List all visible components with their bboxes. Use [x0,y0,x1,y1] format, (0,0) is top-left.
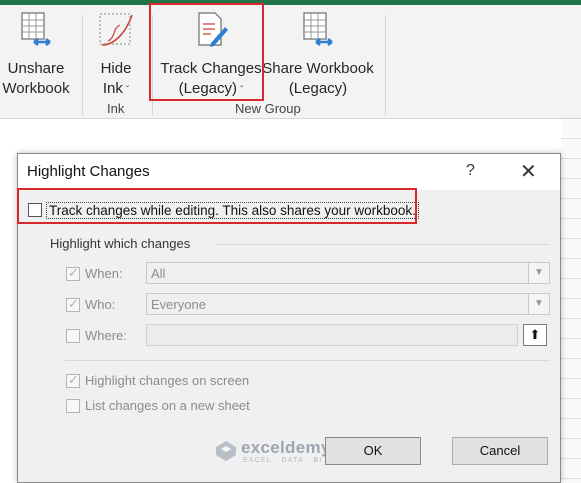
highlight-which-changes-title: Highlight which changes [50,236,191,251]
share-workbook-legacy-button[interactable]: Share Workbook (Legacy) [262,11,374,99]
where-label: Where: [85,328,127,343]
watermark-logo: exceldemy EXCEL · DATA · BI [215,438,330,467]
group-divider [216,244,550,245]
cancel-button[interactable]: Cancel [452,437,548,465]
watermark-name: exceldemy [241,438,331,457]
share-workbook-label-line2: (Legacy) [288,80,348,97]
unshare-workbook-button[interactable]: Unshare Workbook [0,11,72,99]
unshare-label-line2: Workbook [2,80,70,97]
track-changes-highlight-box [149,3,264,101]
dialog-titlebar: Highlight Changes ? ✕ [18,154,560,190]
when-select[interactable]: All ▼ [146,262,550,284]
new-group-label: New Group [235,101,301,116]
watermark-tagline: EXCEL · DATA · BI [243,457,323,464]
help-icon[interactable]: ? [466,162,475,180]
ribbon-separator [82,15,83,115]
where-checkbox[interactable] [66,329,80,343]
who-label: Who: [85,297,116,312]
who-value: Everyone [151,297,206,312]
who-checkbox[interactable]: ✓ [66,296,80,312]
unshare-workbook-icon [21,12,51,46]
ribbon-separator [385,15,386,115]
hide-ink-button[interactable]: Hide Ink ˇ [90,11,142,101]
dialog-title: Highlight Changes [27,163,150,180]
worksheet-background [561,119,581,483]
range-picker-icon[interactable]: ⬆ [523,324,547,346]
when-value: All [151,266,166,281]
where-range-input[interactable] [146,324,518,346]
list-on-new-sheet-checkbox[interactable] [66,399,80,413]
ok-button[interactable]: OK [325,437,421,465]
chevron-down-icon[interactable]: ▼ [528,294,549,314]
who-select[interactable]: Everyone ▼ [146,293,550,315]
chevron-down-icon[interactable]: ▼ [528,263,549,283]
highlight-on-screen-label: Highlight changes on screen [85,373,250,388]
list-on-new-sheet-label: List changes on a new sheet [85,398,250,413]
options-divider [65,360,550,361]
highlight-on-screen-checkbox[interactable]: ✓ [66,372,80,388]
exceldemy-logo-icon [216,441,236,461]
when-checkbox[interactable]: ✓ [66,265,80,281]
hide-ink-label-line1: Hide [100,60,132,77]
ink-group-label: Ink [107,101,125,116]
hide-ink-label-line2: Ink [102,80,123,97]
share-workbook-label-line1: Share Workbook [262,60,374,77]
unshare-label-line1: Unshare [7,60,65,77]
chevron-down-icon: ˇ [125,85,130,96]
track-option-highlight-box [17,188,417,224]
share-workbook-icon [303,12,333,46]
when-label: When: [85,266,123,281]
hide-ink-icon [99,13,133,46]
ribbon: Unshare Workbook Hide Ink ˇ Ink Track Cha… [0,5,581,119]
close-icon[interactable]: ✕ [520,159,537,184]
